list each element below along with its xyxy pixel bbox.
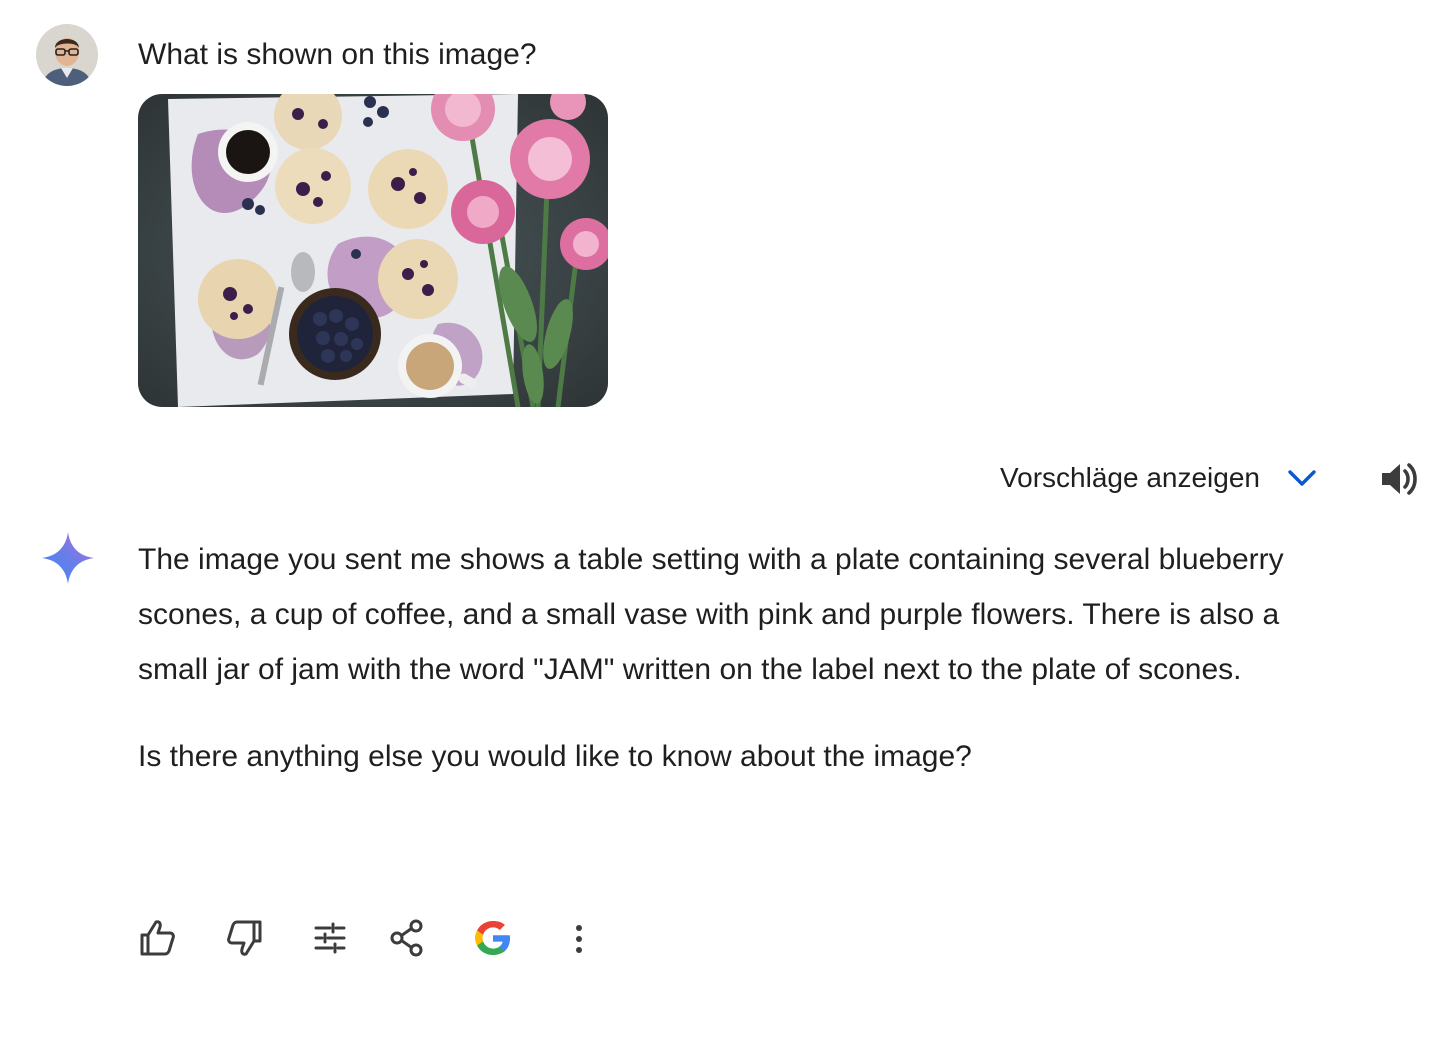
response-paragraph: The image you sent me shows a table sett… bbox=[138, 543, 1284, 686]
thumbs-down-icon[interactable] bbox=[222, 916, 266, 960]
user-avatar-icon bbox=[36, 24, 98, 86]
photo-thumbnail-icon bbox=[138, 94, 608, 407]
google-icon[interactable] bbox=[471, 916, 515, 960]
response-paragraph: Is there anything else you would like to… bbox=[138, 740, 972, 773]
chevron-down-icon[interactable] bbox=[1284, 460, 1320, 496]
gemini-spark-icon bbox=[40, 530, 96, 586]
avatar bbox=[36, 24, 98, 86]
share-icon[interactable] bbox=[386, 916, 430, 960]
response-text: The image you sent me shows a table sett… bbox=[138, 532, 1338, 784]
thumbs-up-icon[interactable] bbox=[136, 916, 180, 960]
show-suggestions-button[interactable]: Vorschläge anzeigen bbox=[1000, 456, 1320, 500]
more-vert-icon[interactable] bbox=[557, 916, 601, 960]
user-prompt: What is shown on this image? bbox=[138, 38, 537, 71]
volume-icon[interactable] bbox=[1376, 456, 1422, 502]
tune-icon[interactable] bbox=[308, 916, 352, 960]
suggestions-label: Vorschläge anzeigen bbox=[1000, 462, 1260, 493]
uploaded-photo[interactable] bbox=[138, 94, 608, 407]
